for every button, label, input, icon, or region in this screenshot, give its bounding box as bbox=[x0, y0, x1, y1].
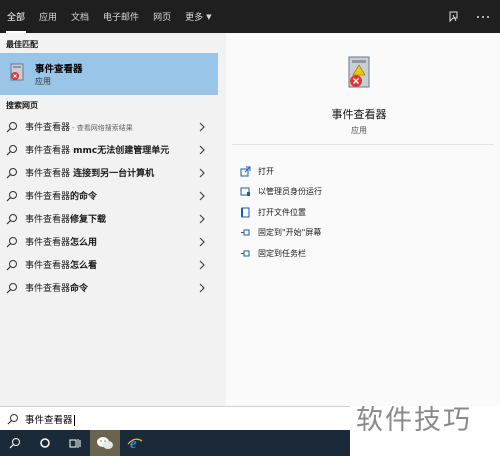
open-file-location-action[interactable]: 打开文件位置 bbox=[240, 202, 322, 223]
best-match-item[interactable]: 事件查看器 应用 bbox=[0, 53, 218, 95]
file-location-icon bbox=[241, 207, 250, 218]
chevron-right-icon bbox=[199, 260, 205, 269]
web-result-row[interactable]: 事件查看器 - 查看网络搜索结果 bbox=[0, 115, 226, 138]
pin-icon bbox=[241, 229, 250, 236]
caret-down-icon: ▼ bbox=[206, 12, 212, 21]
results-panel: 最佳匹配 事件查看器 应用 搜索网页 事件查看器 - 查看网络搜索结果 事件查看器… bbox=[0, 33, 226, 406]
search-icon bbox=[6, 283, 17, 294]
pin-icon bbox=[241, 250, 250, 257]
web-result-row[interactable]: 事件查看器 连接到另一台计算机 bbox=[0, 161, 226, 184]
web-result-row[interactable]: 事件查看器 mmc无法创建管理单元 bbox=[0, 138, 226, 161]
wechat-icon bbox=[97, 437, 113, 449]
action-label: 固定到任务栏 bbox=[258, 248, 306, 258]
action-list: 打开 以管理员身份运行 打开文件位置 固定到"开始"屏幕 固定到任务栏 bbox=[240, 161, 322, 264]
preview-panel: 事件查看器 应用 打开 以管理员身份运行 打开文件位置 固定到"开始"屏幕 固定… bbox=[226, 33, 500, 406]
more-options-icon[interactable] bbox=[476, 10, 490, 24]
watermark: 软件技巧 bbox=[356, 405, 472, 436]
ie-icon: e bbox=[127, 436, 143, 451]
cortana-icon bbox=[40, 438, 50, 448]
search-input[interactable]: 事件查看器 bbox=[25, 412, 75, 426]
search-box[interactable]: 事件查看器 bbox=[0, 406, 350, 430]
svg-text:e: e bbox=[130, 436, 137, 451]
search-icon bbox=[6, 237, 17, 248]
web-result-text: 事件查看器怎么看 bbox=[25, 261, 98, 271]
chevron-right-icon bbox=[199, 283, 205, 292]
chevron-right-icon bbox=[199, 145, 205, 154]
tab-email[interactable]: 电子邮件 bbox=[96, 0, 146, 33]
web-result-text: 事件查看器 mmc无法创建管理单元 bbox=[25, 146, 170, 156]
search-icon bbox=[6, 191, 17, 202]
web-results-list: 事件查看器 - 查看网络搜索结果 事件查看器 mmc无法创建管理单元 事件查看器 … bbox=[0, 115, 226, 299]
tab-label: 应用 bbox=[39, 13, 58, 23]
chevron-right-icon bbox=[199, 214, 205, 223]
chevron-right-icon bbox=[199, 168, 205, 177]
ie-browser-button[interactable]: e bbox=[120, 430, 150, 456]
tab-all[interactable]: 全部 bbox=[0, 0, 32, 33]
feedback-icon[interactable] bbox=[446, 10, 460, 24]
taskbar-search-button[interactable] bbox=[0, 430, 30, 456]
taskbar: e bbox=[0, 430, 350, 456]
search-icon bbox=[6, 260, 17, 271]
wechat-button[interactable] bbox=[90, 430, 120, 456]
run-as-admin-action[interactable]: 以管理员身份运行 bbox=[240, 182, 322, 203]
search-icon bbox=[6, 145, 17, 156]
open-action[interactable]: 打开 bbox=[240, 161, 322, 182]
best-match-heading: 最佳匹配 bbox=[6, 40, 38, 49]
action-label: 打开 bbox=[258, 166, 274, 176]
tab-label: 更多 bbox=[185, 13, 204, 23]
tab-documents[interactable]: 文档 bbox=[64, 0, 96, 33]
web-result-text: 事件查看器修复下载 bbox=[25, 215, 107, 225]
pin-to-taskbar-action[interactable]: 固定到任务栏 bbox=[240, 243, 322, 264]
open-icon bbox=[240, 166, 251, 177]
chevron-right-icon bbox=[199, 191, 205, 200]
cortana-button[interactable] bbox=[30, 430, 60, 456]
task-view-button[interactable] bbox=[60, 430, 90, 456]
web-result-row[interactable]: 事件查看器修复下载 bbox=[0, 207, 226, 230]
action-label: 固定到"开始"屏幕 bbox=[258, 228, 322, 238]
text-cursor bbox=[73, 415, 75, 426]
tab-label: 网页 bbox=[153, 13, 172, 23]
web-result-row[interactable]: 事件查看器怎么看 bbox=[0, 253, 226, 276]
preview-app-name: 事件查看器 bbox=[331, 108, 387, 121]
search-icon bbox=[6, 122, 17, 133]
search-filter-bar: 全部 应用 文档 电子邮件 网页 更多 ▼ bbox=[0, 0, 500, 33]
shield-icon bbox=[240, 187, 250, 197]
tab-more[interactable]: 更多 ▼ bbox=[178, 0, 218, 33]
search-icon bbox=[9, 438, 20, 449]
web-result-text: 事件查看器 - 查看网络搜索结果 bbox=[25, 123, 133, 133]
pin-to-start-action[interactable]: 固定到"开始"屏幕 bbox=[240, 223, 322, 244]
web-result-text: 事件查看器怎么用 bbox=[25, 238, 98, 248]
search-icon bbox=[7, 414, 18, 425]
best-match-type: 应用 bbox=[35, 77, 51, 86]
web-result-row[interactable]: 事件查看器命令 bbox=[0, 276, 226, 299]
action-label: 打开文件位置 bbox=[258, 207, 306, 217]
best-match-name: 事件查看器 bbox=[35, 64, 83, 75]
search-icon bbox=[6, 168, 17, 179]
action-label: 以管理员身份运行 bbox=[258, 187, 322, 197]
web-search-heading: 搜索网页 bbox=[6, 101, 38, 110]
tab-web[interactable]: 网页 bbox=[146, 0, 178, 33]
task-view-icon bbox=[69, 439, 81, 448]
search-icon bbox=[6, 214, 17, 225]
divider bbox=[232, 144, 494, 145]
event-viewer-icon bbox=[348, 56, 370, 88]
web-result-row[interactable]: 事件查看器的命令 bbox=[0, 184, 226, 207]
web-result-text: 事件查看器命令 bbox=[25, 284, 89, 294]
web-result-text: 事件查看器 连接到另一台计算机 bbox=[25, 169, 155, 179]
preview-app-type: 应用 bbox=[351, 126, 367, 135]
tab-label: 文档 bbox=[71, 13, 90, 23]
tab-label: 电子邮件 bbox=[103, 13, 140, 23]
tab-label: 全部 bbox=[7, 13, 26, 23]
chevron-right-icon bbox=[199, 237, 205, 246]
web-result-text: 事件查看器的命令 bbox=[25, 192, 98, 202]
event-viewer-icon bbox=[10, 63, 24, 81]
tab-apps[interactable]: 应用 bbox=[32, 0, 64, 33]
web-result-row[interactable]: 事件查看器怎么用 bbox=[0, 230, 226, 253]
chevron-right-icon bbox=[199, 122, 205, 131]
